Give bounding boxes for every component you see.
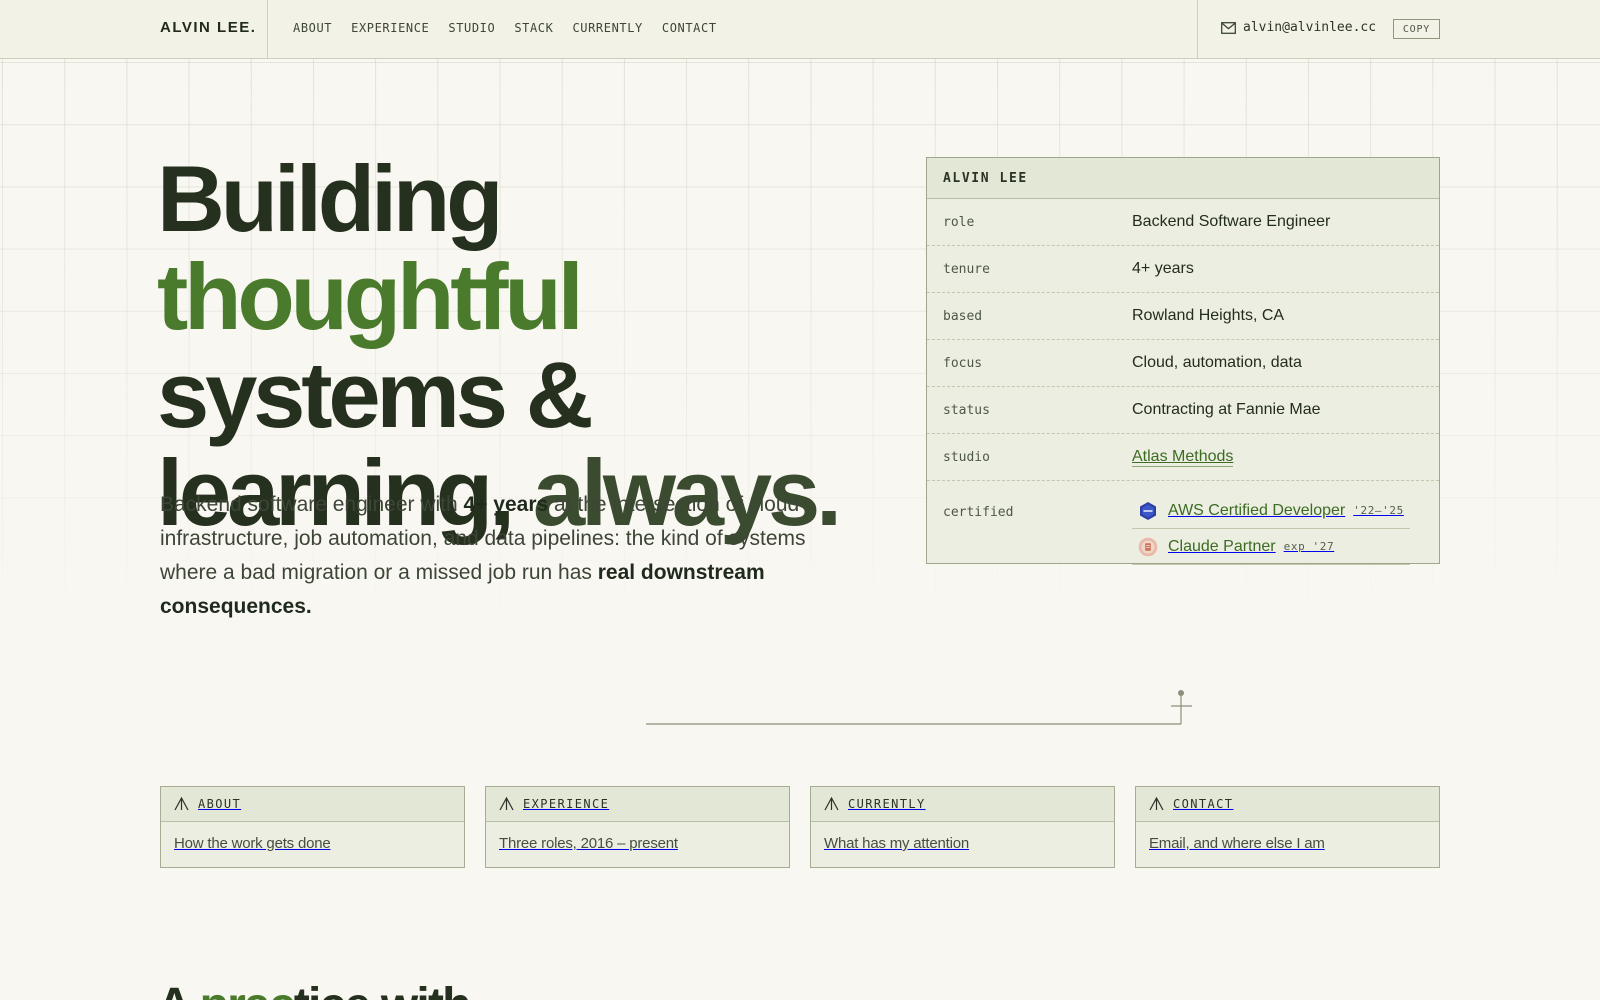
heading-text: tice with <box>294 979 472 1000</box>
email-link[interactable]: alvin@alvinlee.cc <box>1243 20 1376 35</box>
tile-description: What has my attention <box>824 835 970 852</box>
nav-link-about[interactable]: ABOUT <box>293 21 332 35</box>
tile-header: CONTACT <box>1136 787 1439 822</box>
tile-header: EXPERIENCE <box>486 787 789 822</box>
intro-text: Backend software engineer with <box>160 493 464 516</box>
cert-claude[interactable]: Claude Partner exp '27 <box>1132 529 1410 565</box>
profile-row-role: role Backend Software Engineer <box>927 199 1439 246</box>
nav-link-experience[interactable]: EXPERIENCE <box>351 21 429 35</box>
tile-label: ABOUT <box>198 797 242 811</box>
section-tiles: ABOUT How the work gets done EXPERIENCE … <box>160 786 1440 868</box>
nav-link-contact[interactable]: CONTACT <box>662 21 717 35</box>
cert-list: AWS Certified Developer '22–'25 Claude P… <box>1132 493 1410 565</box>
intro-emphasis: 4+ years <box>463 493 549 516</box>
profile-row-status: status Contracting at Fannie Mae <box>927 387 1439 434</box>
profile-key: studio <box>943 449 990 465</box>
profile-key: based <box>943 308 983 324</box>
headline-text: Building <box>157 146 504 251</box>
hero-headline: Building thoughtful systems & learning, … <box>157 150 877 542</box>
profile-value: Rowland Heights, CA <box>1132 307 1285 324</box>
profile-row-based: based Rowland Heights, CA <box>927 293 1439 340</box>
copy-email-button[interactable]: COPY <box>1393 19 1440 39</box>
arrow-up-icon <box>1149 797 1164 811</box>
headline-text: systems & <box>157 342 594 447</box>
tile-currently[interactable]: CURRENTLY What has my attention <box>810 786 1115 868</box>
brand-logo[interactable]: ALVIN LEE. <box>160 19 256 36</box>
profile-key: status <box>943 402 990 418</box>
profile-card: ALVIN LEE role Backend Software Engineer… <box>926 157 1440 565</box>
divider <box>267 0 268 58</box>
tile-about[interactable]: ABOUT How the work gets done <box>160 786 465 868</box>
profile-key: role <box>943 214 975 230</box>
profile-key: focus <box>943 355 983 371</box>
profile-value: Contracting at Fannie Mae <box>1132 401 1321 418</box>
cert-years: '22–'25 <box>1353 504 1404 517</box>
nav-link-studio[interactable]: STUDIO <box>448 21 495 35</box>
mail-icon <box>1221 22 1236 34</box>
nav-link-stack[interactable]: STACK <box>514 21 553 35</box>
profile-value: 4+ years <box>1132 260 1194 277</box>
arrow-up-icon <box>174 797 189 811</box>
cert-name: AWS Certified Developer <box>1168 501 1346 519</box>
hero-intro: Backend software engineer with 4+ years … <box>160 488 820 624</box>
tile-description: Three roles, 2016 – present <box>499 835 678 852</box>
connector-line <box>646 690 1192 725</box>
tile-experience[interactable]: EXPERIENCE Three roles, 2016 – present <box>485 786 790 868</box>
profile-row-studio: studio Atlas Methods <box>927 434 1439 481</box>
profile-key: tenure <box>943 261 990 277</box>
headline-accent: thoughtful <box>157 244 584 349</box>
next-section-heading: A practice with <box>157 979 472 1000</box>
tile-label: CONTACT <box>1173 797 1234 811</box>
arrow-up-icon <box>824 797 839 811</box>
main-nav: ABOUT EXPERIENCE STUDIO STACK CURRENTLY … <box>293 21 736 35</box>
cert-name: Claude Partner <box>1168 537 1276 555</box>
profile-row-certified: certified AWS Certified Developer '22–'2… <box>927 481 1439 565</box>
profile-row-focus: focus Cloud, automation, data <box>927 340 1439 387</box>
cert-aws[interactable]: AWS Certified Developer '22–'25 <box>1132 493 1410 529</box>
arrow-up-icon <box>499 797 514 811</box>
profile-value: Cloud, automation, data <box>1132 354 1302 371</box>
tile-header: ABOUT <box>161 787 464 822</box>
studio-link[interactable]: Atlas Methods <box>1132 448 1234 467</box>
cert-years: exp '27 <box>1283 540 1335 553</box>
claude-badge-icon <box>1138 537 1158 556</box>
tile-description: Email, and where else I am <box>1149 835 1325 852</box>
tile-contact[interactable]: CONTACT Email, and where else I am <box>1135 786 1440 868</box>
tile-description: How the work gets done <box>174 835 331 852</box>
tile-label: EXPERIENCE <box>523 797 610 811</box>
heading-accent: prac <box>200 979 296 1000</box>
profile-row-tenure: tenure 4+ years <box>927 246 1439 293</box>
tile-header: CURRENTLY <box>811 787 1114 822</box>
profile-value: Backend Software Engineer <box>1132 213 1331 230</box>
heading-text: A <box>157 979 200 1000</box>
profile-key: certified <box>943 505 1014 520</box>
nav-link-currently[interactable]: CURRENTLY <box>572 21 642 35</box>
top-nav-bar: ALVIN LEE. ABOUT EXPERIENCE STUDIO STACK… <box>0 0 1600 59</box>
aws-badge-icon <box>1140 501 1156 520</box>
tile-label: CURRENTLY <box>848 797 926 811</box>
profile-card-title: ALVIN LEE <box>927 158 1439 199</box>
divider <box>1197 0 1198 58</box>
